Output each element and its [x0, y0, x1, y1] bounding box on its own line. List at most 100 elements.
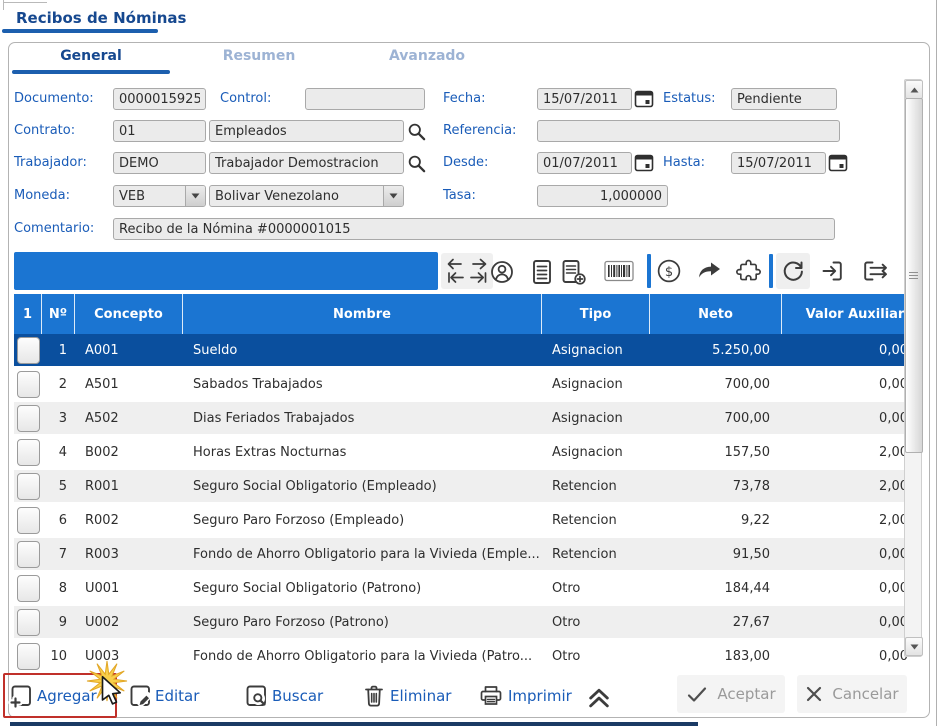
- scroll-up-button[interactable]: [905, 80, 923, 99]
- cell-tipo: Asignacion: [552, 410, 623, 426]
- toolbar-separator: [769, 254, 773, 288]
- fecha-calendar-button[interactable]: [633, 88, 655, 110]
- buscar-label[interactable]: Buscar: [272, 687, 323, 705]
- table-row[interactable]: 8 U001 Seguro Social Obligatorio (Patrono)…: [14, 572, 912, 606]
- trabajador-name-field[interactable]: [209, 152, 404, 174]
- refresh-button[interactable]: [776, 253, 810, 289]
- table-row[interactable]: 5 R001 Seguro Social Obligatorio (Empleado…: [14, 470, 912, 504]
- documento-field[interactable]: [113, 88, 206, 110]
- tasa-label: Tasa:: [443, 188, 476, 203]
- scrollbar-grip: [909, 271, 918, 280]
- comentario-field[interactable]: [113, 218, 835, 240]
- table-row[interactable]: 3 A502 Dias Feriados Trabajados Asignacion 7…: [14, 402, 912, 436]
- cell-tipo: Retencion: [552, 546, 617, 562]
- control-field[interactable]: [305, 88, 425, 110]
- desde-calendar-button[interactable]: [633, 152, 655, 174]
- header-valor-auxiliar[interactable]: Valor Auxiliar: [782, 294, 912, 334]
- dropdown-button[interactable]: [185, 186, 205, 206]
- tab-general[interactable]: General: [12, 48, 170, 68]
- page-title: Recibos de Nóminas: [16, 9, 187, 27]
- desde-field[interactable]: [537, 152, 632, 174]
- table-row[interactable]: 1 A001 Sueldo Asignacion 5.250,00 0,00: [14, 334, 912, 368]
- cell-tipo: Otro: [552, 580, 581, 596]
- barcode-button[interactable]: [604, 260, 634, 282]
- eliminar-label[interactable]: Eliminar: [390, 687, 451, 705]
- header-nombre[interactable]: Nombre: [183, 294, 542, 334]
- moneda-code-select[interactable]: VEB: [113, 185, 206, 207]
- dropdown-button[interactable]: [383, 186, 403, 206]
- mouse-cursor: [101, 676, 122, 705]
- cancelar-label: Cancelar: [832, 685, 899, 703]
- row-select-button[interactable]: [17, 506, 40, 534]
- contrato-name-field[interactable]: [209, 120, 404, 142]
- table-row[interactable]: 9 U002 Seguro Paro Forzoso (Patrono) Otro 27…: [14, 606, 912, 640]
- imprimir-button[interactable]: [478, 683, 504, 708]
- row-select-button[interactable]: [17, 438, 40, 466]
- scroll-down-button[interactable]: [905, 637, 923, 656]
- referencia-field[interactable]: [537, 120, 840, 142]
- eliminar-button[interactable]: [362, 683, 386, 709]
- row-select-button[interactable]: [17, 472, 40, 500]
- currency-button[interactable]: $: [656, 258, 682, 284]
- navigation-arrows-button[interactable]: [441, 253, 493, 289]
- vertical-scrollbar[interactable]: [904, 79, 923, 657]
- row-select-button[interactable]: [17, 404, 40, 432]
- row-select-button[interactable]: [17, 642, 40, 670]
- aceptar-button[interactable]: Aceptar: [677, 675, 785, 713]
- table-row[interactable]: 10 U003 Fondo de Ahorro Obligatorio para l…: [14, 640, 912, 674]
- editar-label[interactable]: Editar: [155, 687, 199, 705]
- cell-concepto: A501: [85, 376, 119, 392]
- header-tipo[interactable]: Tipo: [542, 294, 650, 334]
- window-edge-line: [3, 0, 4, 10]
- export-button[interactable]: [860, 258, 890, 284]
- header-concepto[interactable]: Concepto: [75, 294, 183, 334]
- moneda-name-select[interactable]: Bolivar Venezolano: [209, 185, 404, 207]
- forward-button[interactable]: [695, 258, 723, 282]
- import-button[interactable]: [820, 258, 846, 284]
- user-button[interactable]: [488, 258, 516, 286]
- barcode-icon: [604, 260, 634, 282]
- cell-aux: 0,00: [879, 342, 908, 358]
- document-button[interactable]: [530, 258, 554, 286]
- collapse-button[interactable]: [585, 684, 613, 709]
- row-select-button[interactable]: [17, 370, 40, 398]
- app-window: Recibos de Nóminas General Resumen Avanz…: [0, 0, 939, 726]
- scrollbar-thumb[interactable]: [905, 98, 923, 453]
- title-underline: [2, 29, 158, 33]
- row-select-button[interactable]: [17, 608, 40, 636]
- table-row[interactable]: 2 A501 Sabados Trabajados Asignacion 700,00 0…: [14, 368, 912, 402]
- row-select-button[interactable]: [17, 574, 40, 602]
- refresh-icon: [783, 261, 803, 281]
- hasta-field[interactable]: [731, 152, 826, 174]
- table-row[interactable]: 6 R002 Seguro Paro Forzoso (Empleado) Reten…: [14, 504, 912, 538]
- tab-avanzado[interactable]: Avanzado: [348, 48, 506, 68]
- cell-nombre: Seguro Social Obligatorio (Empleado): [193, 478, 437, 494]
- search-icon: [408, 123, 426, 141]
- tasa-field[interactable]: [537, 185, 668, 207]
- imprimir-label[interactable]: Imprimir: [508, 687, 572, 705]
- trabajador-search-button[interactable]: [406, 153, 427, 174]
- fecha-field[interactable]: [537, 88, 632, 110]
- table-row[interactable]: 7 R003 Fondo de Ahorro Obligatorio para la…: [14, 538, 912, 572]
- puzzle-icon: [736, 259, 761, 281]
- table-row[interactable]: 4 B002 Horas Extras Nocturnas Asignacion 157…: [14, 436, 912, 470]
- contrato-code-field[interactable]: [113, 120, 206, 142]
- buscar-button[interactable]: [243, 683, 269, 709]
- header-neto[interactable]: Neto: [650, 294, 782, 334]
- cell-tipo: Retencion: [552, 512, 617, 528]
- row-select-button[interactable]: [17, 336, 40, 364]
- contrato-search-button[interactable]: [406, 121, 427, 142]
- tab-resumen[interactable]: Resumen: [180, 48, 338, 68]
- cell-neto: 700,00: [724, 410, 771, 426]
- row-select-button[interactable]: [17, 540, 40, 568]
- header-numero[interactable]: Nº: [42, 294, 75, 334]
- table-header[interactable]: 1 Nº Concepto Nombre Tipo Neto Valor Aux…: [14, 294, 912, 334]
- header-select[interactable]: 1: [14, 294, 42, 334]
- cancelar-button[interactable]: Cancelar: [797, 675, 907, 713]
- editar-button[interactable]: [127, 683, 153, 709]
- hasta-calendar-button[interactable]: [827, 152, 849, 174]
- trabajador-code-field[interactable]: [113, 152, 206, 174]
- document-add-button[interactable]: [560, 258, 587, 286]
- plugin-button[interactable]: [735, 258, 762, 285]
- estatus-field[interactable]: [731, 88, 837, 110]
